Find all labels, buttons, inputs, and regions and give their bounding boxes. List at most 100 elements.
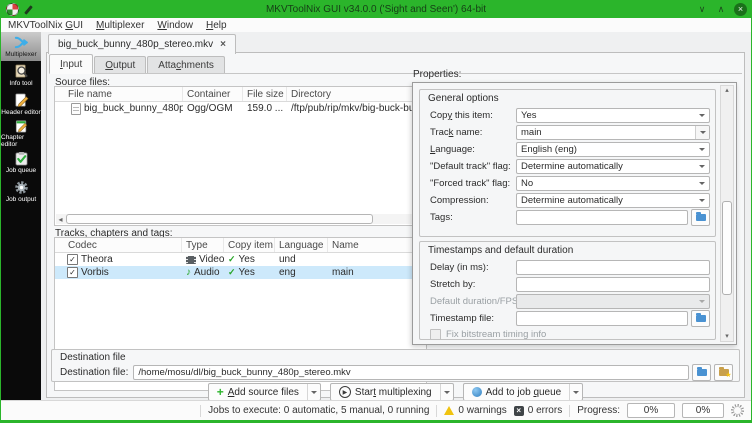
file-icon: [71, 103, 81, 115]
sidebar-item-info-tool[interactable]: Info tool: [1, 61, 41, 90]
sidebar-item-chapter-editor[interactable]: Chapter editor: [1, 119, 41, 148]
sidebar-item-header-editor[interactable]: Header editor: [1, 90, 41, 119]
track-checkbox[interactable]: ✓: [67, 267, 78, 278]
menu-window[interactable]: Window: [157, 20, 193, 31]
compression-select[interactable]: Determine automatically: [516, 193, 710, 208]
col-directory[interactable]: Directory: [287, 87, 426, 101]
col-container[interactable]: Container: [183, 87, 243, 101]
language-row: Language: English (eng): [420, 141, 715, 158]
audio-icon: ♪: [186, 269, 191, 277]
add-to-job-queue-menu-button[interactable]: [569, 384, 582, 400]
sidebar-item-job-queue[interactable]: Job queue: [1, 148, 41, 177]
track-checkbox[interactable]: ✓: [67, 254, 78, 265]
app-window: MKVToolNix GUI v34.0.0 ('Sight and Seen'…: [0, 0, 752, 423]
star-icon: ★: [725, 372, 731, 379]
add-source-files-menu-button[interactable]: [307, 384, 320, 400]
timestamp-file-row: Timestamp file:: [420, 310, 715, 327]
main-area: big_buck_bunny_480p_stereo.mkv × Input O…: [41, 32, 751, 402]
add-source-files-button[interactable]: +Add source files: [208, 383, 321, 401]
scroll-left-icon[interactable]: ◂: [56, 214, 65, 224]
destination-browse-button[interactable]: [692, 364, 711, 381]
info-tool-icon: [14, 64, 29, 79]
hscroll-thumb[interactable]: [66, 214, 373, 224]
tags-row: Tags:: [420, 209, 715, 226]
stretch-by-input[interactable]: [516, 277, 710, 292]
start-multiplexing-button[interactable]: ▶Start multiplexing: [330, 383, 454, 401]
tracks-header: Codec Type Copy item Language Name ID: [55, 238, 426, 253]
menu-mkvtoolnix-gui[interactable]: MKVToolNix GUI: [8, 20, 83, 31]
track-row-theora[interactable]: ✓Theora Video ✓Yes und: [55, 253, 426, 266]
tags-input[interactable]: [516, 210, 688, 225]
copy-this-item-select[interactable]: Yes: [516, 108, 710, 123]
scroll-up-icon[interactable]: ▴: [721, 86, 733, 95]
timestamp-file-label: Timestamp file:: [430, 313, 516, 324]
start-multiplexing-menu-button[interactable]: [440, 384, 453, 400]
track-name-label: Track name:: [430, 127, 516, 138]
col-name[interactable]: Name: [328, 238, 420, 252]
scroll-down-icon[interactable]: ▾: [721, 332, 733, 341]
header-editor-icon: [14, 93, 29, 108]
vscroll-thumb[interactable]: [722, 201, 732, 295]
warning-icon: [444, 406, 454, 415]
folder-icon: [696, 315, 706, 322]
delay-label: Delay (in ms):: [430, 262, 516, 273]
forced-track-flag-label: "Forced track" flag:: [430, 178, 516, 189]
copy-this-item-row: Copy this item: Yes: [420, 107, 715, 124]
properties-panel: General options Copy this item: Yes Trac…: [412, 82, 737, 345]
check-icon: ✓: [228, 254, 236, 265]
fix-bitstream-label: Fix bitstream timing info: [446, 329, 546, 340]
menu-multiplexer[interactable]: Multiplexer: [96, 20, 144, 31]
play-icon: ▶: [339, 386, 351, 398]
document-tab[interactable]: big_buck_bunny_480p_stereo.mkv ×: [48, 34, 236, 54]
destination-new-folder-button[interactable]: ★: [714, 364, 733, 381]
default-track-flag-select[interactable]: Determine automatically: [516, 159, 710, 174]
track-name-combo[interactable]: main: [516, 125, 710, 140]
tab-output[interactable]: Output: [94, 56, 146, 73]
combo-dropdown-button[interactable]: [695, 126, 709, 139]
source-file-row[interactable]: big_buck_bunny_480p_... Ogg/OGM 159.0 ..…: [55, 102, 426, 115]
close-button[interactable]: ×: [734, 3, 747, 16]
timestamp-file-browse-button[interactable]: [691, 310, 710, 327]
errors-status: × 0 errors: [514, 405, 562, 416]
timestamp-file-input[interactable]: [516, 311, 688, 326]
action-button-row: +Add source files ▶Start multiplexing Ad…: [47, 383, 744, 401]
tab-attachments[interactable]: Attachments: [147, 56, 225, 73]
minimize-button[interactable]: ∨: [696, 4, 708, 15]
col-copy-item[interactable]: Copy item: [224, 238, 275, 252]
job-queue-icon: [14, 151, 29, 166]
statusbar: Jobs to execute: 0 automatic, 5 manual, …: [1, 400, 751, 420]
forced-track-flag-select[interactable]: No: [516, 176, 710, 191]
sidebar-item-multiplexer[interactable]: Multiplexer: [1, 32, 41, 61]
add-to-job-queue-button[interactable]: Add to job queue: [463, 383, 584, 401]
col-type[interactable]: Type: [182, 238, 224, 252]
busy-spinner-icon: [731, 404, 744, 417]
track-row-vorbis[interactable]: ✓Vorbis ♪Audio ✓Yes eng main: [55, 266, 426, 279]
warnings-status: 0 warnings: [444, 405, 506, 416]
menu-help[interactable]: Help: [206, 20, 227, 31]
sidebar-item-job-output[interactable]: Job output: [1, 177, 41, 206]
tags-browse-button[interactable]: [691, 209, 710, 226]
fix-bitstream-row: Fix bitstream timing info: [420, 327, 715, 342]
fix-bitstream-checkbox: [430, 329, 441, 340]
chapter-editor-icon: [14, 119, 29, 133]
delay-input[interactable]: [516, 260, 710, 275]
multiplexer-pane: Input Output Attachments Source files: F…: [46, 52, 745, 398]
general-options-title: General options: [428, 93, 715, 104]
destination-file-input[interactable]: [133, 365, 689, 380]
language-select[interactable]: English (eng): [516, 142, 710, 157]
source-files-hscrollbar[interactable]: ◂ ▸: [56, 214, 425, 224]
tool-sidebar: Multiplexer Info tool Header editor Chap…: [1, 32, 41, 408]
copy-this-item-label: Copy this item:: [430, 110, 516, 121]
tab-close-icon[interactable]: ×: [220, 39, 226, 50]
properties-vscrollbar[interactable]: ▴ ▾: [720, 85, 734, 342]
track-name-row: Track name: main: [420, 124, 715, 141]
tab-input[interactable]: Input: [49, 54, 93, 74]
maximize-button[interactable]: ∧: [715, 4, 727, 15]
col-file-size[interactable]: File size: [243, 87, 287, 101]
stretch-by-row: Stretch by:: [420, 276, 715, 293]
titlebar: MKVToolNix GUI v34.0.0 ('Sight and Seen'…: [0, 0, 752, 18]
col-file-name[interactable]: File name: [55, 87, 183, 101]
col-codec[interactable]: Codec: [55, 238, 182, 252]
default-track-flag-row: "Default track" flag: Determine automati…: [420, 158, 715, 175]
col-language[interactable]: Language: [275, 238, 328, 252]
